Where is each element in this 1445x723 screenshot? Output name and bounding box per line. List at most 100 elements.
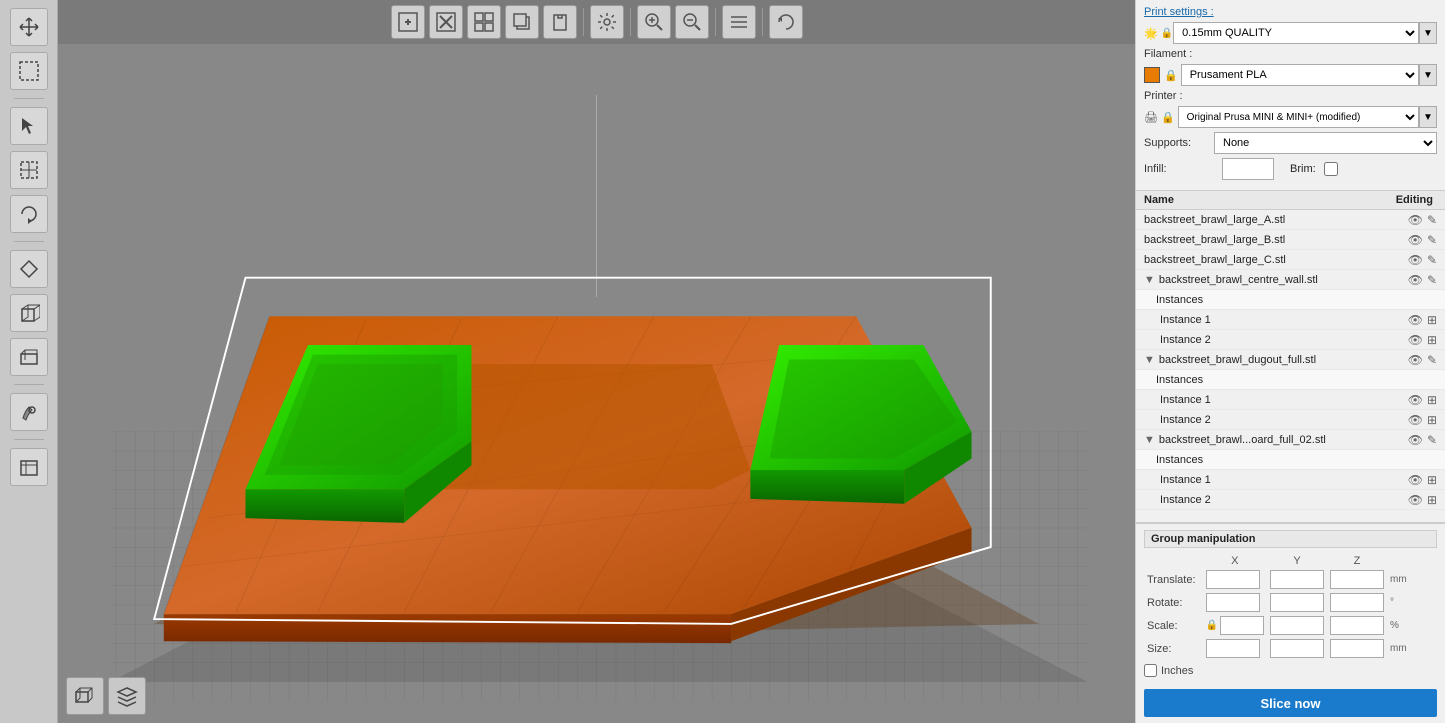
list-item-large-c[interactable]: backstreet_brawl_large_C.stl 👁 ✎ <box>1136 250 1445 270</box>
visibility-icon-c[interactable]: 👁 <box>1408 253 1423 267</box>
translate-z-input[interactable]: 0 <box>1330 570 1384 589</box>
expand-centre-wall[interactable]: ▼ <box>1144 274 1155 286</box>
translate-x-input[interactable]: 0 <box>1206 570 1260 589</box>
quality-select[interactable]: 0.15mm QUALITY <box>1173 22 1419 44</box>
move-tool-btn[interactable] <box>10 8 48 46</box>
paint-tool-btn[interactable] <box>10 393 48 431</box>
undo-btn[interactable] <box>769 5 803 39</box>
filament-color-swatch <box>1144 67 1160 83</box>
list-item-centre-wall[interactable]: ▼ backstreet_brawl_centre_wall.stl 👁 ✎ <box>1136 270 1445 290</box>
inst-dug-1-icon[interactable]: ⊞ <box>1427 393 1437 407</box>
inst-centre-2-icon[interactable]: ⊞ <box>1427 333 1437 347</box>
printer-expand-btn[interactable]: ▼ <box>1419 106 1437 128</box>
3d-view-btn[interactable] <box>10 448 48 486</box>
vis-dug-inst2[interactable]: 👁 <box>1408 413 1423 427</box>
visibility-icon-b[interactable]: 👁 <box>1408 233 1423 247</box>
cursor-tool-btn[interactable] <box>10 107 48 145</box>
vis-centre-inst1[interactable]: 👁 <box>1408 313 1423 327</box>
brim-checkbox[interactable] <box>1324 162 1338 176</box>
list-item-large-a[interactable]: backstreet_brawl_large_A.stl 👁 ✎ <box>1136 210 1445 230</box>
quality-expand-btn[interactable]: ▼ <box>1419 22 1437 44</box>
edit-icon-cw[interactable]: ✎ <box>1427 273 1437 287</box>
scene-canvas[interactable] <box>58 44 1135 723</box>
bottom-left-controls <box>66 677 146 715</box>
vis-dug-inst1[interactable]: 👁 <box>1408 393 1423 407</box>
size-z-input[interactable]: 58.71 <box>1330 639 1384 658</box>
list-item-centre-inst2[interactable]: Instance 2 👁 ⊞ <box>1136 330 1445 350</box>
arrange-btn[interactable] <box>467 5 501 39</box>
viewport[interactable] <box>58 0 1135 723</box>
rotate-unit: ° <box>1387 591 1437 614</box>
size-x-input[interactable]: 882.16 <box>1206 639 1260 658</box>
list-item-board-inst2[interactable]: Instance 2 👁 ⊞ <box>1136 490 1445 510</box>
supports-select[interactable]: None <box>1214 132 1437 154</box>
list-item-board-inst1[interactable]: Instance 1 👁 ⊞ <box>1136 470 1445 490</box>
box-select-btn[interactable] <box>10 151 48 189</box>
vis-brd-inst1[interactable]: 👁 <box>1408 473 1423 487</box>
edit-icon-dug[interactable]: ✎ <box>1427 353 1437 367</box>
item-name-centre-wall: backstreet_brawl_centre_wall.stl <box>1159 274 1404 286</box>
visibility-icon-a[interactable]: 👁 <box>1408 213 1423 227</box>
filament-select[interactable]: Prusament PLA <box>1181 64 1419 86</box>
paste-btn[interactable] <box>543 5 577 39</box>
list-item-dugout-inst1[interactable]: Instance 1 👁 ⊞ <box>1136 390 1445 410</box>
rotate-y-input[interactable]: 0 <box>1270 593 1324 612</box>
3d-scene <box>58 44 1135 723</box>
instances-label-dugout: Instances <box>1144 374 1203 386</box>
scale-y-input[interactable]: 100 <box>1270 616 1324 635</box>
scale-x-input[interactable]: 100 <box>1220 616 1264 635</box>
inst-centre-1-icon[interactable]: ⊞ <box>1427 313 1437 327</box>
instance-name-dugout-2: Instance 2 <box>1160 414 1404 426</box>
inst-dug-2-icon[interactable]: ⊞ <box>1427 413 1437 427</box>
list-item-board[interactable]: ▼ backstreet_brawl...oard_full_02.stl 👁 … <box>1136 430 1445 450</box>
visibility-icon-dug[interactable]: 👁 <box>1408 353 1423 367</box>
scale-z-input[interactable]: 100 <box>1330 616 1384 635</box>
filament-expand-btn[interactable]: ▼ <box>1419 64 1437 86</box>
slice-button[interactable]: Slice now <box>1144 689 1437 717</box>
inches-row: Inches <box>1144 664 1437 677</box>
col-y-header: Y <box>1267 554 1327 568</box>
list-header-editing: Editing <box>1396 194 1433 206</box>
inst-brd-1-icon[interactable]: ⊞ <box>1427 473 1437 487</box>
list-item-dugout-inst2[interactable]: Instance 2 👁 ⊞ <box>1136 410 1445 430</box>
copy-btn[interactable] <box>505 5 539 39</box>
perspective-view-btn[interactable] <box>66 677 104 715</box>
list-item-large-b[interactable]: backstreet_brawl_large_B.stl 👁 ✎ <box>1136 230 1445 250</box>
left-toolbar <box>0 0 58 723</box>
inches-checkbox[interactable] <box>1144 664 1157 677</box>
print-settings-link[interactable]: Print settings : <box>1144 6 1214 18</box>
zoom-out-btn[interactable] <box>675 5 709 39</box>
edit-icon-brd[interactable]: ✎ <box>1427 433 1437 447</box>
inst-brd-2-icon[interactable]: ⊞ <box>1427 493 1437 507</box>
list-header: Name Editing <box>1136 191 1445 210</box>
select-tool-btn[interactable] <box>10 52 48 90</box>
flat-box-btn[interactable] <box>10 338 48 376</box>
vis-centre-inst2[interactable]: 👁 <box>1408 333 1423 347</box>
delete-btn[interactable] <box>429 5 463 39</box>
printer-select[interactable]: Original Prusa MINI & MINI+ (modified) <box>1178 106 1419 128</box>
size-y-input[interactable]: 442.41 <box>1270 639 1324 658</box>
rotate-tool-btn[interactable] <box>10 195 48 233</box>
list-item-centre-inst1[interactable]: Instance 1 👁 ⊞ <box>1136 310 1445 330</box>
layers-view-btn[interactable] <box>108 677 146 715</box>
rotate-z-input[interactable]: 0 <box>1330 593 1384 612</box>
rotate-x-input[interactable]: 0 <box>1206 593 1260 612</box>
translate-y-input[interactable]: 0 <box>1270 570 1324 589</box>
expand-dugout[interactable]: ▼ <box>1144 354 1155 366</box>
settings-btn[interactable] <box>590 5 624 39</box>
edit-icon-c[interactable]: ✎ <box>1427 253 1437 267</box>
add-object-btn[interactable] <box>391 5 425 39</box>
edit-icon-b[interactable]: ✎ <box>1427 233 1437 247</box>
cube-tool-btn[interactable] <box>10 294 48 332</box>
visibility-icon-cw[interactable]: 👁 <box>1408 273 1423 287</box>
diamond-tool-btn[interactable] <box>10 250 48 288</box>
infill-input[interactable]: 15% <box>1222 158 1274 180</box>
toolbar-separator-4 <box>14 439 44 440</box>
vis-brd-inst2[interactable]: 👁 <box>1408 493 1423 507</box>
edit-icon-a[interactable]: ✎ <box>1427 213 1437 227</box>
layers-btn[interactable] <box>722 5 756 39</box>
list-item-dugout[interactable]: ▼ backstreet_brawl_dugout_full.stl 👁 ✎ <box>1136 350 1445 370</box>
zoom-in-btn[interactable] <box>637 5 671 39</box>
expand-board[interactable]: ▼ <box>1144 434 1155 446</box>
visibility-icon-brd[interactable]: 👁 <box>1408 433 1423 447</box>
